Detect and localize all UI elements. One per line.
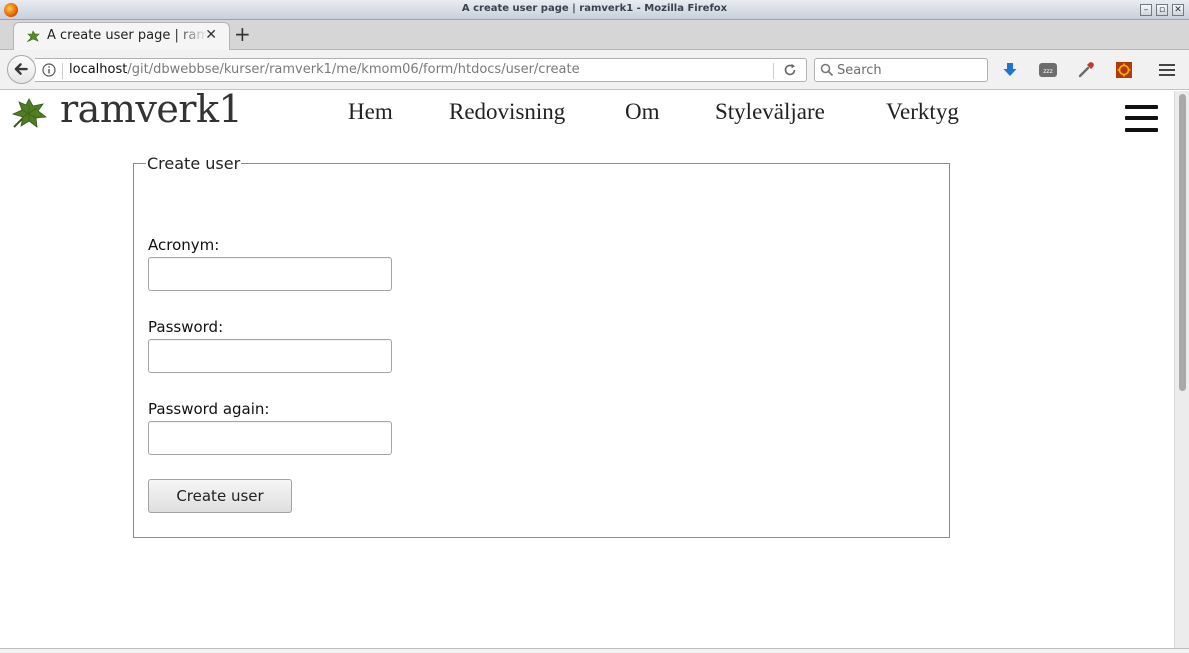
form-legend: Create user	[147, 154, 241, 173]
browser-menu-icon[interactable]	[1157, 60, 1177, 80]
password-input[interactable]	[148, 339, 392, 373]
leaf-icon	[26, 30, 40, 43]
back-button[interactable]	[7, 55, 36, 84]
nav-item-redovisning[interactable]: Redovisning	[449, 99, 565, 125]
url-path: /git/dbwebbse/kurser/ramverk1/me/kmom06/…	[127, 62, 580, 77]
new-tab-button[interactable]: +	[234, 24, 251, 44]
leaf-logo-icon[interactable]	[11, 97, 47, 129]
acronym-input[interactable]	[148, 257, 392, 291]
reload-icon[interactable]	[782, 62, 798, 78]
scrollbar-thumb[interactable]	[1179, 94, 1186, 391]
close-window-button[interactable]: ✕	[1172, 4, 1184, 16]
password-label: Password:	[148, 318, 224, 336]
urlbar-separator-2	[773, 63, 774, 79]
site-title[interactable]: ramverk1	[60, 91, 243, 131]
browser-tab[interactable]: A create user page | ramverk1 ✕	[13, 22, 230, 50]
svg-text:zzz: zzz	[1043, 68, 1052, 75]
password-again-label: Password again:	[148, 400, 270, 418]
eyedropper-icon[interactable]	[1076, 60, 1096, 80]
back-arrow-icon	[14, 63, 28, 75]
zzz-icon[interactable]: zzz	[1038, 60, 1058, 80]
page-scrollbar[interactable]	[1174, 91, 1189, 648]
nav-item-verktyg[interactable]: Verktyg	[886, 99, 959, 125]
window-bottom-edge	[0, 648, 1189, 653]
window-title: A create user page | ramverk1 - Mozilla …	[461, 3, 728, 14]
download-arrow-icon[interactable]	[1000, 60, 1020, 80]
window-titlebar: A create user page | ramverk1 - Mozilla …	[0, 0, 1189, 20]
navigation-toolbar: localhost/git/dbwebbse/kurser/ramverk1/m…	[0, 50, 1189, 90]
create-user-form: Create user Acronym: Password: Password …	[133, 154, 950, 538]
info-icon[interactable]	[42, 63, 56, 77]
hamburger-icon[interactable]	[1125, 104, 1158, 133]
minimize-window-button[interactable]: –	[1140, 4, 1152, 16]
urlbar-separator	[62, 63, 63, 79]
search-box[interactable]	[814, 58, 988, 82]
nav-item-om[interactable]: Om	[625, 99, 660, 125]
search-icon	[820, 63, 834, 77]
maximize-window-button[interactable]: ▫	[1156, 4, 1168, 16]
url-bar[interactable]: localhost/git/dbwebbse/kurser/ramverk1/m…	[35, 58, 807, 82]
tab-strip: A create user page | ramverk1 ✕ +	[0, 20, 1189, 50]
tab-title: A create user page | ramverk1	[47, 28, 207, 43]
nav-item-stylevaljare[interactable]: Styleväljare	[715, 99, 825, 125]
close-tab-icon[interactable]: ✕	[205, 27, 217, 43]
create-user-button[interactable]: Create user	[148, 479, 292, 513]
acronym-label: Acronym:	[148, 236, 220, 254]
nav-item-hem[interactable]: Hem	[348, 99, 393, 125]
url-text[interactable]: localhost/git/dbwebbse/kurser/ramverk1/m…	[69, 62, 580, 77]
addon-icon[interactable]	[1114, 60, 1134, 80]
url-host: localhost	[69, 62, 128, 77]
page-content: ramverk1 Hem Redovisning Om Styleväljare…	[1, 91, 1174, 648]
password-again-input[interactable]	[148, 421, 392, 455]
search-input[interactable]	[837, 61, 982, 79]
